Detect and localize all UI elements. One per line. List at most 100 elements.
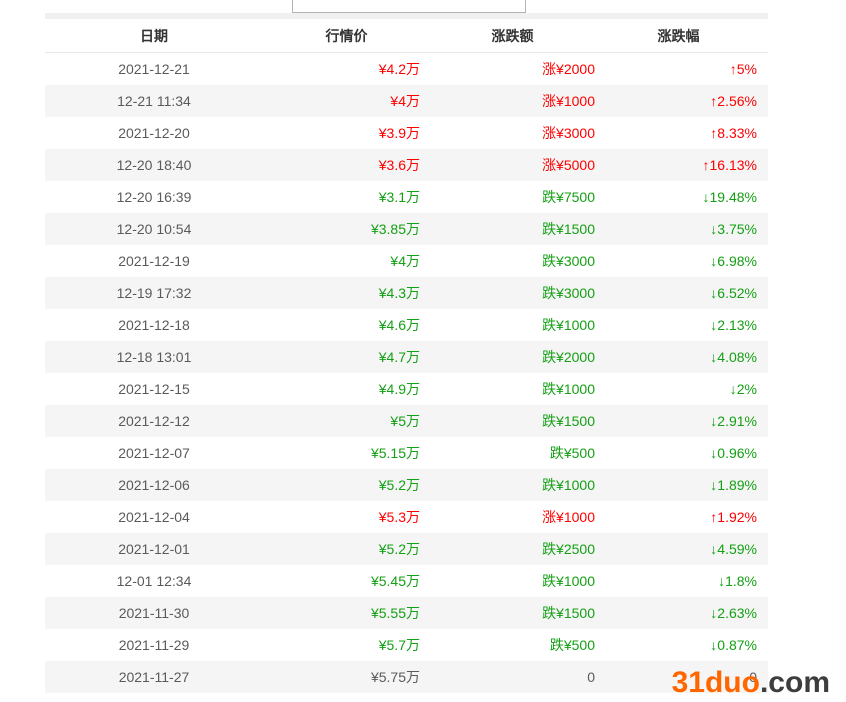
pct-cell: ↓0.87% [605,637,768,653]
table-row: 12-20 16:39¥3.1万跌¥7500↓19.48% [45,181,768,213]
price-cell: ¥4.9万 [263,379,430,399]
table-row: 2021-11-29¥5.7万跌¥500↓0.87% [45,629,768,661]
price-cell: ¥5.2万 [263,539,430,559]
pct-cell: ↑8.33% [605,125,768,141]
table-row: 12-19 17:32¥4.3万跌¥3000↓6.52% [45,277,768,309]
price-cell: ¥4万 [263,91,430,111]
change-cell: 跌¥1500 [430,219,605,239]
change-cell: 跌¥1000 [430,315,605,335]
change-cell: 跌¥1500 [430,411,605,431]
header-price: 行情价 [263,26,430,46]
price-cell: ¥3.1万 [263,187,430,207]
table-row: 2021-12-15¥4.9万跌¥1000↓2% [45,373,768,405]
table-row: 2021-12-21¥4.2万涨¥2000↑5% [45,53,768,85]
pct-cell: ↓3.75% [605,221,768,237]
price-cell: ¥5.3万 [263,507,430,527]
date-cell: 12-20 16:39 [45,189,263,205]
date-cell: 2021-11-30 [45,605,263,621]
price-cell: ¥4.7万 [263,347,430,367]
date-cell: 2021-12-20 [45,125,263,141]
price-cell: ¥4.6万 [263,315,430,335]
pct-cell: ↓2.91% [605,413,768,429]
table-row: 12-20 10:54¥3.85万跌¥1500↓3.75% [45,213,768,245]
change-cell: 涨¥2000 [430,59,605,79]
header-pct: 涨跌幅 [605,26,768,46]
price-cell: ¥5.75万 [263,667,430,687]
change-cell: 跌¥1000 [430,379,605,399]
change-cell: 涨¥1000 [430,91,605,111]
pct-cell: ↓4.08% [605,349,768,365]
pct-cell: ↓19.48% [605,189,768,205]
table-row: 12-18 13:01¥4.7万跌¥2000↓4.08% [45,341,768,373]
change-cell: 跌¥2000 [430,347,605,367]
date-cell: 2021-12-06 [45,477,263,493]
table-row: 12-20 18:40¥3.6万涨¥5000↑16.13% [45,149,768,181]
date-cell: 12-19 17:32 [45,285,263,301]
date-cell: 2021-11-27 [45,669,263,685]
price-cell: ¥3.9万 [263,123,430,143]
date-cell: 2021-12-01 [45,541,263,557]
date-cell: 2021-11-29 [45,637,263,653]
table-header-row: 日期 行情价 涨跌额 涨跌幅 [45,19,768,53]
price-cell: ¥4.2万 [263,59,430,79]
pct-cell: ↓1.8% [605,573,768,589]
change-cell: 涨¥5000 [430,155,605,175]
price-cell: ¥5.7万 [263,635,430,655]
table-row: 2021-11-27¥5.75万00 [45,661,768,693]
date-cell: 2021-12-07 [45,445,263,461]
table-row: 12-01 12:34¥5.45万跌¥1000↓1.8% [45,565,768,597]
price-cell: ¥5.55万 [263,603,430,623]
change-cell: 跌¥1000 [430,571,605,591]
table-row: 12-21 11:34¥4万涨¥1000↑2.56% [45,85,768,117]
pct-cell: ↓2.63% [605,605,768,621]
table-row: 2021-12-12¥5万跌¥1500↓2.91% [45,405,768,437]
watermark-suffix: .com [760,666,830,699]
pct-cell: ↓1.89% [605,477,768,493]
change-cell: 跌¥7500 [430,187,605,207]
price-cell: ¥4万 [263,251,430,271]
date-cell: 2021-12-18 [45,317,263,333]
table-row: 2021-12-06¥5.2万跌¥1000↓1.89% [45,469,768,501]
header-date: 日期 [45,26,263,46]
page: 日期 行情价 涨跌额 涨跌幅 2021-12-21¥4.2万涨¥2000↑5%1… [0,0,846,702]
date-cell: 2021-12-15 [45,381,263,397]
pct-cell: ↓6.52% [605,285,768,301]
table-row: 2021-12-20¥3.9万涨¥3000↑8.33% [45,117,768,149]
change-cell: 涨¥1000 [430,507,605,527]
table-row: 2021-12-07¥5.15万跌¥500↓0.96% [45,437,768,469]
price-cell: ¥5.45万 [263,571,430,591]
site-watermark: 31duo.com [672,664,830,702]
price-history-table: 日期 行情价 涨跌额 涨跌幅 2021-12-21¥4.2万涨¥2000↑5%1… [45,13,768,693]
change-cell: 跌¥500 [430,635,605,655]
date-cell: 2021-12-19 [45,253,263,269]
pct-cell: ↑16.13% [605,157,768,173]
price-cell: ¥5.2万 [263,475,430,495]
table-row: 2021-12-18¥4.6万跌¥1000↓2.13% [45,309,768,341]
date-cell: 12-18 13:01 [45,349,263,365]
date-cell: 12-21 11:34 [45,93,263,109]
table-row: 2021-11-30¥5.55万跌¥1500↓2.63% [45,597,768,629]
date-cell: 12-20 18:40 [45,157,263,173]
change-cell: 跌¥2500 [430,539,605,559]
pct-cell: ↑1.92% [605,509,768,525]
date-cell: 2021-12-21 [45,61,263,77]
watermark-brand: 31duo [672,666,760,699]
date-cell: 12-01 12:34 [45,573,263,589]
pct-cell: ↓2.13% [605,317,768,333]
change-cell: 跌¥1500 [430,603,605,623]
price-cell: ¥4.3万 [263,283,430,303]
pct-cell: ↓0.96% [605,445,768,461]
price-cell: ¥3.6万 [263,155,430,175]
change-cell: 跌¥500 [430,443,605,463]
date-cell: 12-20 10:54 [45,221,263,237]
price-cell: ¥5.15万 [263,443,430,463]
change-cell: 跌¥3000 [430,283,605,303]
table-row: 2021-12-04¥5.3万涨¥1000↑1.92% [45,501,768,533]
pct-cell: ↑2.56% [605,93,768,109]
pct-cell: ↑5% [605,61,768,77]
pct-cell: ↓6.98% [605,253,768,269]
search-input[interactable] [292,0,526,13]
pct-cell: ↓4.59% [605,541,768,557]
change-cell: 涨¥3000 [430,123,605,143]
table-row: 2021-12-19¥4万跌¥3000↓6.98% [45,245,768,277]
